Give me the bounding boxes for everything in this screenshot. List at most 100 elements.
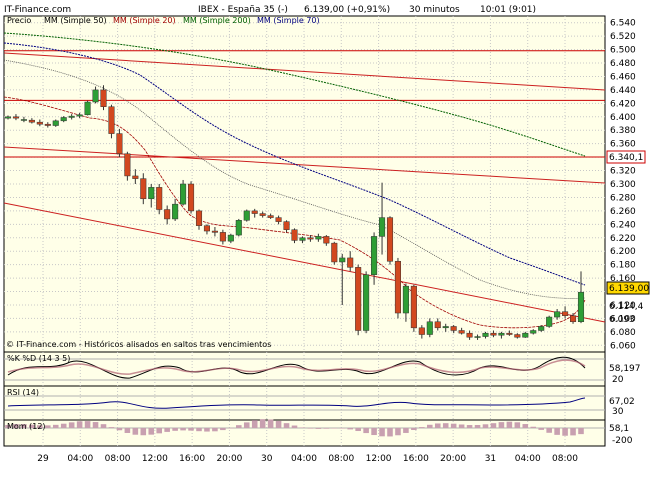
momentum-bar [331,428,338,429]
momentum-bar [514,422,521,428]
footer-note: © IT-Finance.com - Históricos alisados e… [6,339,271,349]
candle-body [371,236,378,275]
legend: Precio MM (Simple 50) MM (Simple 20) MM … [7,16,320,25]
candle-body [347,257,354,268]
y-tick-label: 6.260 [610,207,636,217]
stoch-label: %K %D (14 3 5) [7,354,70,363]
candle-body [379,217,386,237]
momentum-bar [578,428,584,435]
x-tick-label: 30 [261,454,273,464]
momentum-bar [339,428,346,429]
candle-body [235,220,242,236]
momentum-bar [76,421,83,428]
momentum-bar [148,428,155,435]
candle-body [426,321,433,335]
candle-body [434,321,441,329]
momentum-bar [323,428,330,429]
candle-body [148,187,155,200]
candle-body [530,330,537,334]
momentum-bar [379,428,385,437]
candle-body [20,119,27,121]
candle-body [498,332,505,336]
momentum-bar [458,424,465,428]
x-tick-label: 08:00 [328,454,354,464]
momentum-bar [554,428,560,435]
momentum-bar [307,428,314,429]
rsi-value: 67,02 [609,397,635,407]
candle-body [546,316,553,327]
x-tick-label: 08:00 [105,454,131,464]
candle-body [402,285,409,314]
momentum-bar [140,428,147,436]
momentum-bar [474,424,481,428]
candle-body [219,232,226,242]
legend-price: Precio [7,16,31,25]
momentum-bar [204,428,210,432]
candle-body [172,203,179,220]
x-tick-label: 04:00 [67,454,93,464]
momentum-bar [371,428,377,436]
momentum-bar [530,426,537,428]
candle-body [386,217,394,262]
instrument-title: IBEX - España 35 (-) [198,5,288,15]
legend-ma20: MM (Simple 20) [113,16,176,25]
momentum-bar [228,427,234,429]
candle-body [482,332,489,337]
momentum-bar [411,428,417,431]
candle-body [76,114,83,117]
ibex-intraday-chart: IT-Finance.com IBEX - España 35 (-) 6.13… [3,5,650,464]
momentum-bar [45,425,51,428]
rsi-level: 30 [612,407,624,417]
momentum-bar [434,423,441,428]
legend-ma70: MM (Simple 70) [257,16,320,25]
candle-body [188,183,195,212]
momentum-bar [570,428,576,436]
candle-body [490,332,497,336]
y-tick-label: 6.220 [610,234,636,244]
y-tick-label: 6.200 [610,247,636,257]
candle-body [514,334,521,338]
momentum-bar [363,428,369,434]
mom-label: Mom (12) [7,422,46,431]
candle-body [92,89,99,103]
momentum-bar [522,424,529,428]
momentum-bar [180,428,186,431]
candle-body [124,153,131,177]
candle-body [100,89,107,107]
momentum-bar [164,428,170,432]
candle-body [283,221,290,230]
candle-body [36,121,43,125]
momentum-bar [403,428,409,433]
momentum-bar [243,422,250,428]
y-tick-label: 6.520 [610,32,636,42]
candle-body [267,215,274,218]
momentum-bar [347,428,353,430]
momentum-bar [156,428,162,434]
y-tick-label: 6.400 [610,113,636,123]
y-tick-label: 6.180 [610,261,636,271]
momentum-bar [498,422,505,428]
ma-a-tag: 6.114,4 [609,302,644,312]
momentum-bar [355,428,361,432]
momentum-bar [220,428,226,431]
momentum-bar [172,428,178,431]
momentum-bar [60,423,67,428]
y-tick-label: 6.240 [610,220,636,230]
candle-body [458,330,465,334]
x-tick-label: 08:00 [552,454,578,464]
stoch-value: 58,197 [609,364,641,374]
candle-body [132,175,139,179]
y-tick-label: 6.060 [610,341,636,351]
candle-body [363,274,370,331]
x-tick-label: 16:00 [179,454,205,464]
momentum-bar [466,425,473,428]
x-tick-label: 20:00 [216,454,242,464]
candle-body [4,116,12,119]
momentum-bar [442,423,449,428]
candle-body [538,326,545,331]
momentum-bar [387,428,393,437]
momentum-bar [283,423,290,428]
mom-level: -200 [612,436,633,446]
momentum-bar [275,420,282,428]
momentum-bar [482,424,489,428]
